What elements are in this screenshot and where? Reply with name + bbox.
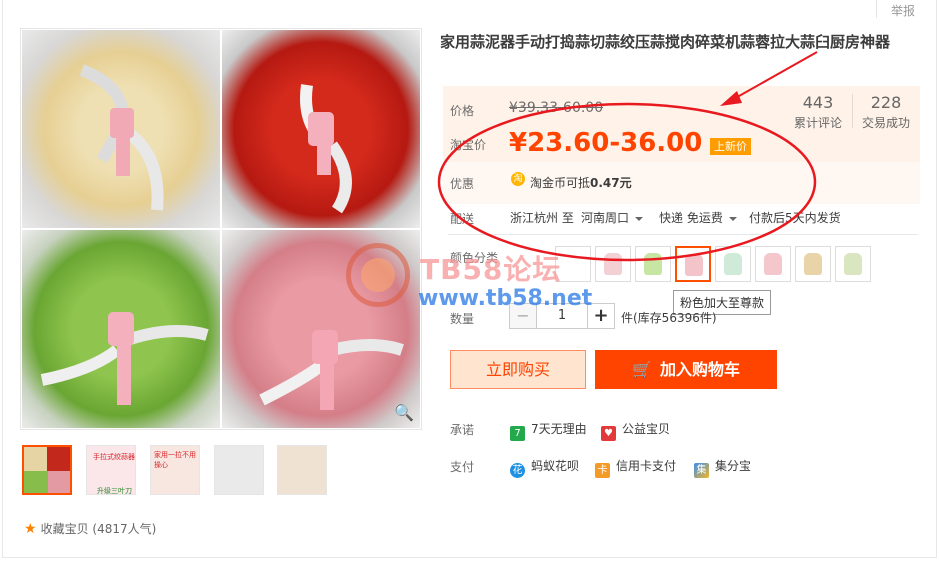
image-chili	[222, 30, 420, 228]
payment-jifenbao-label: 集分宝	[715, 459, 752, 473]
promise-charity[interactable]: ♥ 公益宝贝	[601, 420, 670, 441]
swatch-image	[764, 253, 782, 275]
color-swatch[interactable]	[635, 246, 671, 282]
thumbnail-5[interactable]	[277, 445, 327, 495]
quantity-label: 数量	[450, 312, 475, 326]
ship-from: 浙江杭州 至	[510, 211, 574, 225]
ship-method: 快递 免运费	[659, 211, 723, 225]
product-title: 家用蒜泥器手动打捣蒜切蒜绞压蒜搅肉碎菜机蒜蓉拉大蒜臼厨房神器	[440, 33, 891, 51]
swatch-image	[564, 253, 582, 275]
image-garlic	[22, 30, 220, 228]
color-swatch[interactable]	[675, 246, 711, 282]
payment-credit-card[interactable]: 卡信用卡支付	[595, 457, 676, 478]
taobao-price-label: 淘宝价	[450, 138, 487, 152]
payment-huabei-label: 蚂蚁花呗	[531, 459, 580, 473]
swatch-image	[604, 253, 622, 275]
thumbnail-strip: 手拉式绞蒜器 升级三叶刀片 家用一拉不用操心	[22, 445, 342, 497]
taojinbi-icon: 淘	[511, 172, 525, 186]
payment-credit-card-label: 信用卡支付	[616, 459, 677, 473]
favorite-text: 收藏宝贝	[40, 522, 89, 536]
favorite-link[interactable]: ★ 收藏宝贝 (4817人气)	[24, 520, 156, 537]
zoom-icon[interactable]: 🔍	[394, 403, 414, 422]
color-swatch[interactable]	[595, 246, 631, 282]
add-to-cart-button[interactable]: 🛒 加入购物车	[595, 350, 777, 389]
promise-charity-label: 公益宝贝	[622, 422, 671, 436]
promise-7day[interactable]: 7 7天无理由	[510, 420, 587, 441]
swatch-image	[724, 253, 742, 275]
promo-amount: 0.47元	[590, 176, 632, 190]
promo-text: 淘金币可抵0.47元	[530, 174, 632, 191]
watermark-url: www.tb58.net	[418, 286, 593, 311]
buy-now-button[interactable]: 立即购买	[450, 350, 586, 389]
swatch-image	[685, 254, 703, 276]
divider	[876, 0, 877, 18]
swatch-image	[644, 253, 662, 275]
cart-icon: 🛒	[632, 360, 652, 379]
thumbnail-caption: 手拉式绞蒜器	[93, 453, 135, 461]
thumbnail-2[interactable]: 手拉式绞蒜器 升级三叶刀片	[86, 445, 136, 495]
color-swatch[interactable]	[715, 246, 751, 282]
new-price-badge: 上新价	[710, 138, 751, 155]
dispatch-time: 付款后5天内发货	[749, 211, 841, 225]
image-vegetables	[22, 230, 220, 428]
color-swatch[interactable]	[755, 246, 791, 282]
ship-method-select[interactable]: 快递 免运费	[659, 209, 737, 226]
price-label: 价格	[450, 104, 475, 118]
review-count: 443	[802, 93, 834, 112]
watermark-text: TB58论坛	[420, 253, 562, 286]
payment-label: 支付	[450, 460, 475, 474]
sold-stat: 228 交易成功	[853, 93, 919, 131]
sold-label: 交易成功	[861, 116, 910, 130]
star-icon: ★	[24, 521, 37, 537]
stock-count: 件(库存56396件)	[621, 311, 717, 325]
swatch-image	[844, 253, 862, 275]
thumbnail-4[interactable]	[214, 445, 264, 495]
product-page: 举报 🔍 手拉式绞蒜器 升级三叶刀 家用一拉不用操心 ★ 收藏宝贝 (4817人…	[0, 0, 939, 561]
review-label: 累计评论	[793, 116, 842, 130]
swatch-image	[804, 253, 822, 275]
promise-label: 承诺	[450, 423, 475, 437]
ship-destination-select[interactable]: 河南周口	[581, 209, 644, 226]
thumbnail-3[interactable]: 家用一拉不用操心	[150, 445, 200, 495]
payment-huabei[interactable]: 花蚂蚁花呗	[510, 457, 579, 478]
add-to-cart-label: 加入购物车	[659, 360, 740, 379]
current-price: ¥23.60-36.00	[509, 128, 703, 158]
sold-count: 228	[870, 93, 902, 112]
jifenbao-icon: 集	[694, 463, 709, 478]
color-swatch[interactable]	[835, 246, 871, 282]
thumbnail-1[interactable]	[22, 445, 72, 495]
review-stat[interactable]: 443 累计评论	[785, 93, 851, 131]
promo-prefix: 淘金币可抵	[530, 176, 591, 190]
charity-icon: ♥	[601, 426, 616, 441]
main-product-image[interactable]: 🔍	[20, 28, 422, 430]
thumbnail-caption: 家用一拉不用操心	[154, 451, 196, 469]
payment-jifenbao[interactable]: 集集分宝	[694, 457, 751, 478]
original-price: ¥39.33-60.00	[509, 100, 604, 116]
report-link[interactable]: 举报	[891, 2, 915, 19]
chevron-down-icon	[635, 216, 644, 221]
seven-day-return-icon: 7	[510, 426, 525, 441]
huabei-icon: 花	[510, 463, 525, 478]
chevron-down-icon	[728, 216, 737, 221]
ship-destination: 河南周口	[581, 211, 630, 225]
promise-7day-label: 7天无理由	[531, 422, 587, 436]
thumbnail-caption: 升级三叶刀片	[97, 487, 132, 495]
watermark-logo	[346, 243, 410, 307]
favorite-count: (4817人气)	[92, 522, 157, 536]
divider	[448, 234, 918, 235]
shipping-label: 配送	[450, 212, 475, 226]
credit-card-icon: 卡	[595, 463, 610, 478]
promo-label: 优惠	[450, 177, 475, 191]
color-swatch[interactable]	[795, 246, 831, 282]
